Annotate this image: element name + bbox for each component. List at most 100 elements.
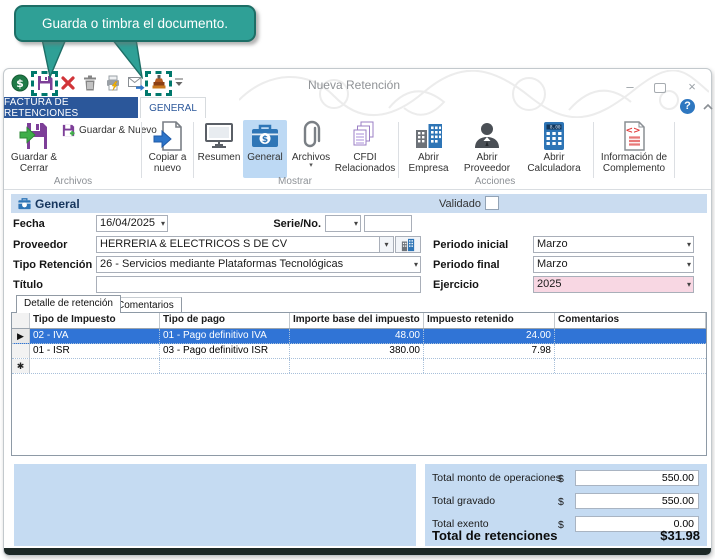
- periodo-inicial-combo[interactable]: Marzo ▾: [533, 236, 694, 253]
- grid-corner-cell: [12, 313, 30, 328]
- qat-menu-icon[interactable]: [174, 74, 184, 92]
- tab-detalle-de-retencion[interactable]: Detalle de retención: [16, 295, 121, 313]
- ejercicio-dropdown-icon: ▾: [687, 280, 691, 289]
- total-retenciones-label: Total de retenciones: [432, 528, 557, 543]
- window-bottom-bar: [4, 548, 711, 555]
- coin-dollar-icon[interactable]: $: [11, 74, 29, 92]
- abrir-proveedor-button[interactable]: Abrir Proveedor: [458, 120, 516, 178]
- briefcase-small-icon: [17, 196, 32, 211]
- cell-empty[interactable]: [290, 359, 424, 373]
- serie-combo[interactable]: ▾: [325, 215, 361, 232]
- close-icon[interactable]: ×: [683, 79, 701, 95]
- serie-dropdown-icon: ▾: [354, 219, 358, 228]
- cell-empty[interactable]: [555, 359, 706, 373]
- tooltip-text: Guarda o timbra el documento.: [42, 16, 228, 31]
- grid-header-row: Tipo de Impuesto Tipo de pago Importe ba…: [12, 313, 706, 329]
- resumen-button[interactable]: Resumen: [196, 120, 242, 178]
- abrir-empresa-label: Abrir Empresa: [401, 152, 456, 174]
- svg-text:$: $: [16, 77, 24, 90]
- total-exento-currency: $: [558, 519, 564, 531]
- general-button[interactable]: $ General: [243, 120, 287, 178]
- col-impuesto-retenido[interactable]: Impuesto retenido: [424, 313, 555, 328]
- copiar-a-nuevo-button[interactable]: Copiar a nuevo: [144, 120, 191, 178]
- abrir-calculadora-button[interactable]: 8,00 Abrir Calculadora: [518, 120, 590, 178]
- col-comentarios[interactable]: Comentarios: [555, 313, 706, 328]
- titulo-label: Título: [13, 279, 43, 291]
- cell-importe-base[interactable]: 380.00: [290, 344, 424, 358]
- ejercicio-combo[interactable]: 2025 ▾: [533, 276, 694, 293]
- validado-checkbox[interactable]: [485, 196, 499, 210]
- proveedor-dropdown-button[interactable]: ▾: [379, 236, 394, 253]
- grid-row-selected[interactable]: ▶ 02 - IVA 01 - Pago definitivo IVA 48.0…: [12, 329, 706, 344]
- buildings-icon: [413, 120, 445, 152]
- cell-tipo-impuesto[interactable]: 01 - ISR: [30, 344, 160, 358]
- tipo-retencion-combo[interactable]: 26 - Servicios mediante Plataformas Tecn…: [96, 256, 421, 273]
- cell-comentarios[interactable]: [555, 344, 706, 358]
- abrir-calculadora-label: Abrir Calculadora: [518, 152, 590, 174]
- total-gravado-input[interactable]: 550.00: [575, 493, 699, 509]
- informacion-complemento-button[interactable]: <> Información de Complemento: [596, 120, 672, 178]
- cfdi-relacionados-label: CFDI Relacionados: [334, 152, 396, 174]
- totals-panel: Total monto de operaciones $ 550.00 Tota…: [425, 464, 707, 546]
- proveedor-value: HERRERIA & ELECTRICOS S DE CV: [100, 238, 287, 250]
- retenciones-grid: Tipo de Impuesto Tipo de pago Importe ba…: [11, 312, 707, 456]
- row-selector[interactable]: [12, 344, 30, 358]
- tab-general[interactable]: GENERAL: [140, 97, 206, 118]
- cell-importe-base[interactable]: 48.00: [290, 329, 424, 343]
- cell-empty[interactable]: [424, 359, 555, 373]
- guardar-nuevo-button[interactable]: Guardar & Nuevo: [61, 123, 157, 138]
- cell-comentarios[interactable]: [555, 329, 706, 343]
- col-tipo-impuesto[interactable]: Tipo de Impuesto: [30, 313, 160, 328]
- fecha-value: 16/04/2025: [100, 217, 155, 229]
- proveedor-input[interactable]: HERRERIA & ELECTRICOS S DE CV: [96, 236, 380, 253]
- window-title: Nueva Retención: [254, 78, 454, 92]
- validado-label: Validado: [439, 198, 481, 210]
- save-close-icon: [18, 120, 50, 152]
- paperclip-icon: [295, 120, 327, 152]
- help-icon[interactable]: ?: [680, 99, 695, 114]
- section-title: General: [35, 197, 80, 211]
- total-monto-label: Total monto de operaciones: [432, 472, 561, 484]
- fecha-combo[interactable]: 16/04/2025 ▾: [96, 215, 168, 232]
- cell-empty[interactable]: [30, 359, 160, 373]
- titulo-input[interactable]: [96, 276, 421, 293]
- tooltip-pointer-icon: [30, 39, 160, 79]
- minimize-icon[interactable]: –: [621, 79, 639, 95]
- proveedor-lookup-button[interactable]: [395, 236, 421, 253]
- periodo-inicial-dropdown-icon: ▾: [687, 240, 691, 249]
- proveedor-dropdown-icon: ▾: [384, 240, 388, 249]
- abrir-empresa-button[interactable]: Abrir Empresa: [401, 120, 456, 178]
- grid-row[interactable]: 01 - ISR 03 - Pago definitivo ISR 380.00…: [12, 344, 706, 359]
- briefcase-icon: $: [249, 120, 281, 152]
- cfdi-relacionados-button[interactable]: CFDI Relacionados: [334, 120, 396, 178]
- cell-empty[interactable]: [160, 359, 290, 373]
- cell-tipo-impuesto[interactable]: 02 - IVA: [30, 329, 160, 343]
- collapse-ribbon-icon[interactable]: [702, 102, 714, 112]
- guardar-cerrar-button[interactable]: Guardar & Cerrar: [8, 120, 60, 178]
- tab-factura-de-retenciones[interactable]: FACTURA DE RETENCIONES: [4, 97, 138, 118]
- col-importe-base[interactable]: Importe base del impuesto: [290, 313, 424, 328]
- periodo-inicial-value: Marzo: [537, 238, 568, 250]
- new-row-icon: ✱: [12, 359, 30, 373]
- guardar-cerrar-label: Guardar & Cerrar: [8, 152, 60, 174]
- svg-text:$: $: [262, 135, 268, 145]
- ejercicio-label: Ejercicio: [433, 279, 479, 291]
- fecha-label: Fecha: [13, 218, 45, 230]
- cell-impuesto-retenido[interactable]: 24.00: [424, 329, 555, 343]
- cell-tipo-pago[interactable]: 01 - Pago definitivo IVA: [160, 329, 290, 343]
- numero-input[interactable]: [364, 215, 412, 232]
- periodo-final-dropdown-icon: ▾: [687, 260, 691, 269]
- svg-text:8,00: 8,00: [550, 125, 561, 131]
- cell-impuesto-retenido[interactable]: 7.98: [424, 344, 555, 358]
- archivos-button[interactable]: Archivos ▾: [289, 120, 333, 178]
- total-retenciones-value: $31.98: [660, 528, 700, 543]
- monitor-icon: [203, 120, 235, 152]
- total-gravado-label: Total gravado: [432, 495, 495, 507]
- grid-new-row[interactable]: ✱: [12, 359, 706, 374]
- periodo-final-combo[interactable]: Marzo ▾: [533, 256, 694, 273]
- copiar-a-nuevo-label: Copiar a nuevo: [144, 152, 191, 174]
- col-tipo-pago[interactable]: Tipo de pago: [160, 313, 290, 328]
- maximize-icon[interactable]: [654, 83, 666, 93]
- cell-tipo-pago[interactable]: 03 - Pago definitivo ISR: [160, 344, 290, 358]
- total-monto-input[interactable]: 550.00: [575, 470, 699, 486]
